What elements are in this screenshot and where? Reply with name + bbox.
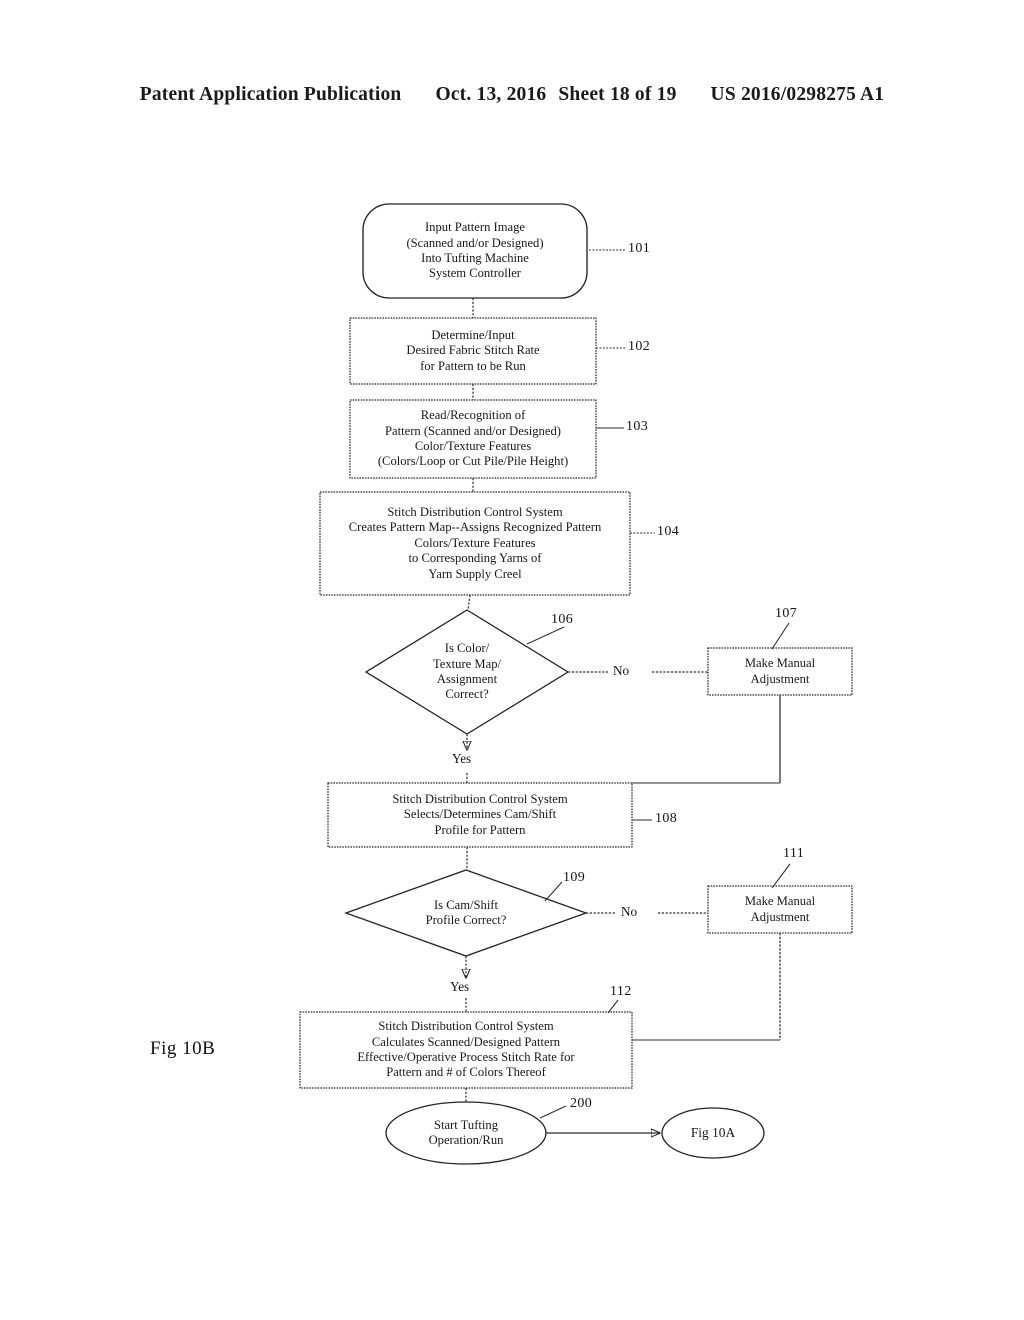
flowchart-diagram: Input Pattern Image (Scanned and/or Desi… bbox=[0, 0, 1024, 1320]
ref-numeral-103: 103 bbox=[626, 419, 649, 434]
leader-109 bbox=[544, 881, 563, 902]
node-shape-fig10a bbox=[661, 1107, 765, 1159]
edge-label-yes-106: Yes bbox=[452, 751, 472, 766]
connector-104-to-106 bbox=[467, 594, 471, 611]
leader-111 bbox=[771, 863, 791, 889]
flowchart-svg bbox=[299, 203, 853, 1165]
node-shape-109 bbox=[344, 869, 588, 957]
figure-label: Fig 10B bbox=[150, 1038, 216, 1059]
edge-label-no-109: No bbox=[621, 904, 638, 919]
ref-numeral-102: 102 bbox=[628, 339, 651, 354]
ref-numeral-112: 112 bbox=[610, 984, 632, 999]
ref-numeral-109: 109 bbox=[563, 870, 586, 885]
node-shape-108 bbox=[327, 782, 633, 848]
node-shape-106 bbox=[364, 609, 570, 735]
node-shape-107 bbox=[707, 647, 853, 696]
node-shape-102 bbox=[349, 317, 597, 385]
edge-label-no-106: No bbox=[613, 663, 630, 678]
node-shape-200 bbox=[385, 1101, 547, 1165]
ref-numeral-107: 107 bbox=[775, 606, 798, 621]
ref-numeral-200: 200 bbox=[570, 1096, 593, 1111]
ref-numeral-106: 106 bbox=[551, 612, 574, 627]
ref-numeral-108: 108 bbox=[655, 811, 678, 826]
ref-numeral-104: 104 bbox=[657, 524, 680, 539]
node-shape-104 bbox=[319, 491, 631, 596]
leader-112 bbox=[607, 999, 619, 1014]
node-shape-101 bbox=[362, 203, 588, 299]
node-shape-112 bbox=[299, 1011, 633, 1089]
leader-200 bbox=[539, 1105, 567, 1119]
node-shape-111 bbox=[707, 885, 853, 934]
leader-106 bbox=[526, 626, 565, 645]
ref-numeral-111: 111 bbox=[783, 846, 805, 861]
leader-107 bbox=[771, 622, 790, 650]
ref-numeral-101: 101 bbox=[628, 241, 651, 256]
edge-label-yes-109: Yes bbox=[450, 979, 470, 994]
node-shape-103 bbox=[349, 399, 597, 479]
